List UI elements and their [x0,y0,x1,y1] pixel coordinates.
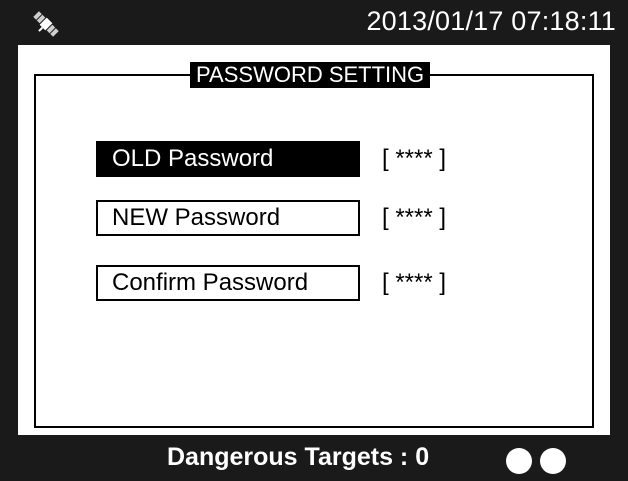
satellite-icon [33,11,59,37]
indicator-dot-1 [506,448,532,474]
new-password-label[interactable]: NEW Password [96,200,360,236]
bottom-status-bar: Dangerous Targets : 0 [0,435,628,481]
password-setting-screen: PASSWORD SETTING OLD Password [ **** ] N… [18,45,610,435]
datetime: 2013/01/17 07:18:11 [366,6,616,36]
confirm-password-value[interactable]: [ **** ] [382,267,446,299]
indicator-dot-2 [540,448,566,474]
top-status-bar: 2013/01/17 07:18:11 [0,0,628,45]
panel-frame [34,74,594,428]
old-password-value[interactable]: [ **** ] [382,143,446,175]
dangerous-targets-status: Dangerous Targets : 0 [167,443,430,471]
new-password-value[interactable]: [ **** ] [382,202,446,234]
old-password-label[interactable]: OLD Password [96,141,360,177]
confirm-password-label[interactable]: Confirm Password [96,265,360,301]
panel-title: PASSWORD SETTING [190,62,431,88]
